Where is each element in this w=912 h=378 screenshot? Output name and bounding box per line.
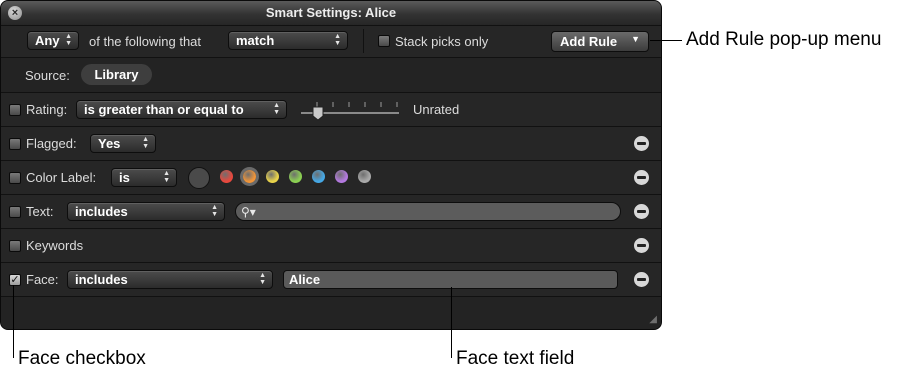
stack-picks-label: Stack picks only [395,34,489,49]
flagged-value: Yes [98,136,121,151]
callout-face-text-field: Face text field [456,348,575,369]
rating-operator-value: is greater than or equal to [84,102,244,117]
color-swatch[interactable] [243,170,256,183]
face-operator-value: includes [75,272,128,287]
text-operator-value: includes [75,204,128,219]
following-text: of the following that [89,34,202,49]
keywords-label: Keywords [26,238,84,253]
popup-arrows-icon: ▲ ▼ [142,136,149,150]
popup-arrows-icon: ▲ ▼ [163,170,170,184]
source-label: Source: [25,68,70,83]
color-swatch-none[interactable] [188,167,210,189]
face-operator-popup[interactable]: includes ▲ ▼ [67,270,273,289]
flagged-value-popup[interactable]: Yes ▲ ▼ [90,134,156,153]
rating-operator-popup[interactable]: is greater than or equal to ▲ ▼ [76,100,287,119]
face-label: Face: [26,272,59,287]
rating-slider-track [301,102,399,121]
color-swatch[interactable] [358,170,371,183]
match-any-popup[interactable]: Any ▲ ▼ [27,31,79,50]
remove-rule-button[interactable] [634,238,649,253]
rule-flagged: Flagged: Yes ▲ ▼ [1,127,661,161]
popup-arrows-icon: ▲ ▼ [211,204,218,218]
match-mode-popup[interactable]: match ▲ ▼ [228,31,348,50]
rule-keywords: Keywords [1,229,661,263]
color-label-checkbox[interactable] [9,172,21,184]
title-bar[interactable]: × Smart Settings: Alice [1,1,661,26]
add-rule-label: Add Rule [560,34,618,49]
color-swatch[interactable] [335,170,348,183]
text-checkbox[interactable] [9,206,21,218]
color-label-operator-popup[interactable]: is ▲ ▼ [111,168,177,187]
source-library-pill[interactable]: Library [81,64,152,85]
rule-rating: Rating: is greater than or equal to ▲ ▼ U… [1,93,661,127]
text-operator-popup[interactable]: includes ▲ ▼ [67,202,225,221]
callout-add-rule: Add Rule pop-up menu [686,29,882,50]
add-rule-popup-button[interactable]: Add Rule ▼ [551,31,649,52]
face-checkbox[interactable]: ✓ [9,274,21,286]
text-label: Text: [26,204,54,219]
color-swatch[interactable] [220,170,233,183]
stack-picks-checkbox[interactable] [378,35,390,47]
popup-arrows-icon: ▲ ▼ [334,33,341,47]
remove-rule-button[interactable] [634,204,649,219]
remove-rule-button[interactable] [634,170,649,185]
color-swatch[interactable] [289,170,302,183]
divider [363,29,364,53]
rating-value: Unrated [413,102,460,117]
rule-text: Text: includes ▲ ▼ ⚲▾ [1,195,661,229]
search-icon: ⚲▾ [241,205,256,219]
match-any-value: Any [35,33,60,48]
resize-grip-icon[interactable]: ◢ [649,314,657,325]
color-label-operator-value: is [119,170,130,185]
color-swatch[interactable] [312,170,325,183]
popup-arrows-icon: ▲ ▼ [259,272,266,286]
rule-color-label: Color Label: is ▲ ▼ [1,161,661,195]
callout-line-face-checkbox [13,285,14,358]
window-footer: ◢ [1,297,661,329]
color-label-label: Color Label: [26,170,97,185]
text-search-field[interactable]: ⚲▾ [235,202,621,221]
flagged-label: Flagged: [26,136,77,151]
window-title: Smart Settings: Alice [265,5,397,20]
remove-rule-button[interactable] [634,136,649,151]
flagged-checkbox[interactable] [9,138,21,150]
dropdown-triangle-icon: ▼ [631,34,640,44]
keywords-checkbox[interactable] [9,240,21,252]
color-swatch[interactable] [266,170,279,183]
rating-slider[interactable] [299,99,401,121]
source-row: Source: Library [1,58,661,93]
rule-face: ✓ Face: includes ▲ ▼ Alice [1,263,661,297]
match-mode-value: match [236,33,275,48]
rating-checkbox[interactable] [9,104,21,116]
face-text-value: Alice [289,272,321,287]
popup-arrows-icon: ▲ ▼ [65,33,72,47]
callout-face-checkbox: Face checkbox [18,348,146,369]
rating-label: Rating: [26,102,68,117]
popup-arrows-icon: ▲ ▼ [273,102,280,116]
remove-rule-button[interactable] [634,272,649,287]
callout-line-add-rule [650,40,682,41]
callout-line-face-text-field [451,287,452,358]
